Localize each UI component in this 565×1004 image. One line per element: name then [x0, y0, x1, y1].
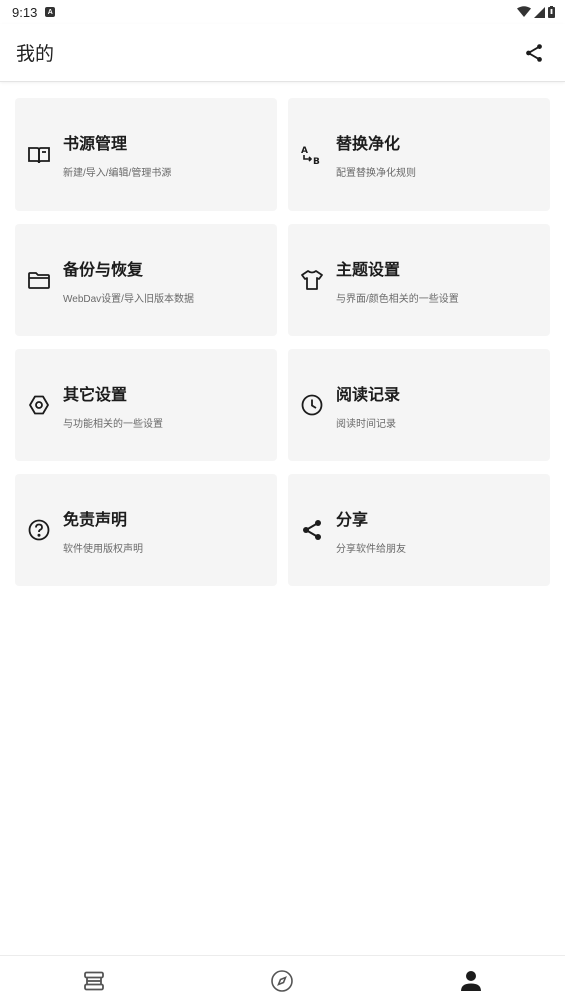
card-subtitle: 与功能相关的一些设置: [63, 418, 163, 430]
card-subtitle: 配置替换净化规则: [336, 168, 416, 179]
tshirt-icon: [300, 268, 324, 292]
battery-icon: [548, 6, 555, 18]
card-theme-settings[interactable]: 主题设置 与界面/颜色相关的一些设置: [288, 224, 550, 336]
settings-grid: 书源管理 新建/导入/编辑/管理书源 A B 替换净化 配置替换净化规则 备份与…: [15, 98, 550, 586]
card-subtitle: 分享软件给朋友: [336, 543, 406, 555]
card-share[interactable]: 分享 分享软件给朋友: [288, 474, 550, 586]
share-icon[interactable]: [523, 42, 545, 64]
card-title: 阅读记录: [336, 386, 401, 404]
nav-mine[interactable]: [391, 969, 551, 993]
card-subtitle: 阅读时间记录: [336, 418, 396, 430]
card-other-settings[interactable]: 其它设置 与功能相关的一些设置: [15, 349, 277, 461]
person-icon: [460, 971, 481, 991]
compass-icon: [271, 970, 294, 992]
card-title: 免责声明: [63, 511, 128, 529]
page-title: 我的: [16, 44, 55, 65]
settings-icon: [27, 393, 51, 417]
status-time: 9:13: [12, 4, 38, 20]
card-disclaimer[interactable]: 免责声明 软件使用版权声明: [15, 474, 277, 586]
card-replace-rules[interactable]: A B 替换净化 配置替换净化规则: [288, 98, 550, 211]
card-title: 备份与恢复: [63, 261, 144, 279]
share-icon: [300, 518, 324, 542]
cell-signal-icon: [534, 6, 545, 18]
nav-bookshelf[interactable]: [14, 969, 174, 993]
clock-icon: [300, 393, 324, 417]
card-subtitle: 软件使用版权声明: [63, 543, 143, 555]
svg-text:A: A: [301, 146, 308, 156]
bookshelf-icon: [84, 971, 105, 991]
card-title: 书源管理: [63, 136, 128, 153]
find-replace-icon: A B: [300, 143, 324, 167]
card-subtitle: 与界面/颜色相关的一些设置: [336, 293, 459, 305]
folder-icon: [27, 268, 51, 292]
card-title: 主题设置: [336, 261, 401, 279]
card-subtitle: WebDav设置/导入旧版本数据: [63, 293, 194, 305]
card-book-source[interactable]: 书源管理 新建/导入/编辑/管理书源: [15, 98, 277, 211]
status-bar: 9:13 A: [0, 0, 565, 24]
app-bar: 我的: [0, 24, 565, 82]
card-reading-history[interactable]: 阅读记录 阅读时间记录: [288, 349, 550, 461]
card-title: 分享: [336, 511, 369, 529]
book-icon: [27, 143, 51, 167]
help-circle-icon: [27, 518, 51, 542]
card-title: 替换净化: [336, 136, 401, 153]
bottom-navigation: [0, 955, 565, 1004]
wifi-icon: [517, 6, 531, 17]
card-title: 其它设置: [63, 386, 128, 404]
nav-discover[interactable]: [202, 969, 362, 993]
card-subtitle: 新建/导入/编辑/管理书源: [63, 168, 172, 179]
svg-text:B: B: [313, 157, 320, 167]
notification-icon: A: [45, 7, 56, 17]
card-backup-restore[interactable]: 备份与恢复 WebDav设置/导入旧版本数据: [15, 224, 277, 336]
